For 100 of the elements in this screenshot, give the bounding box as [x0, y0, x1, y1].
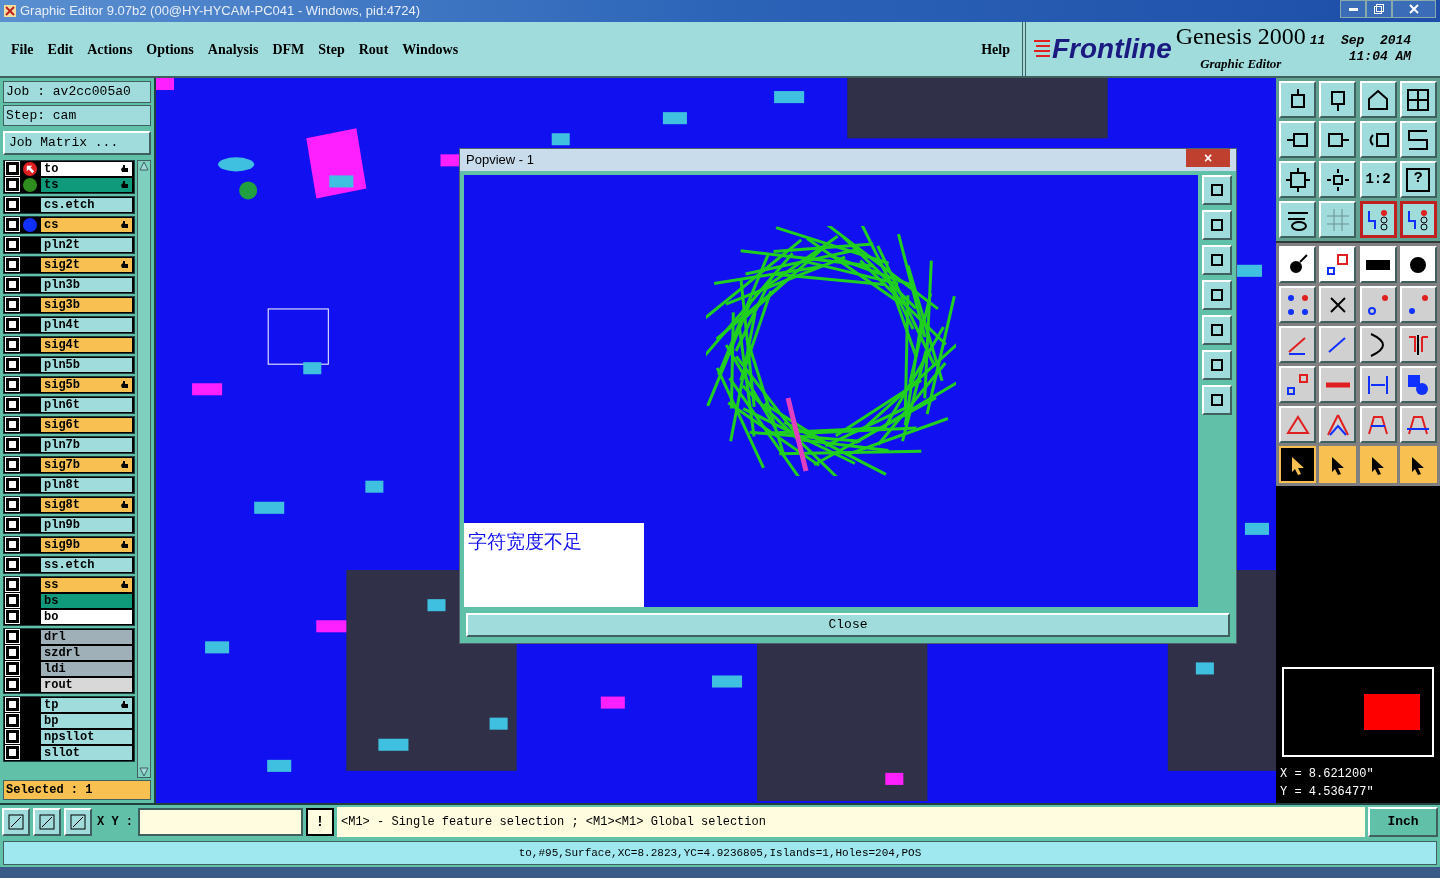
layer-name[interactable]: bo — [41, 609, 132, 624]
tool-button[interactable]: ? — [1399, 161, 1437, 198]
tool-button[interactable] — [1279, 201, 1316, 238]
tool-button[interactable] — [1319, 121, 1357, 158]
layer-checkbox[interactable] — [6, 198, 19, 211]
tool-button[interactable] — [1399, 366, 1437, 403]
layer-name[interactable]: ts — [41, 177, 132, 192]
popview-close-button[interactable]: × — [1186, 149, 1230, 167]
xy-input-field[interactable] — [138, 808, 303, 836]
menu-item[interactable]: Step — [312, 38, 351, 60]
layer-checkbox[interactable] — [6, 278, 19, 291]
tool-button[interactable] — [1279, 81, 1316, 118]
layer-checkbox[interactable] — [6, 378, 19, 391]
layer-tool-button[interactable] — [1359, 201, 1397, 238]
tool-button[interactable] — [1359, 286, 1397, 323]
layer-checkbox[interactable] — [6, 662, 19, 675]
tool-button[interactable] — [1359, 366, 1397, 403]
layer-name[interactable]: sig2t — [41, 257, 132, 272]
layer-checkbox[interactable] — [6, 498, 19, 511]
layer-name[interactable]: rout — [41, 677, 132, 692]
layer-checkbox[interactable] — [6, 162, 19, 175]
layer-name[interactable]: cs.etch — [41, 197, 132, 212]
layer-name[interactable]: sig4t — [41, 337, 132, 352]
layer-checkbox[interactable] — [6, 594, 19, 607]
layer-name[interactable]: bs — [41, 593, 132, 608]
help-menu[interactable]: Help — [973, 38, 1018, 60]
popview-tool-button[interactable] — [1202, 385, 1232, 415]
layer-checkbox[interactable] — [6, 358, 19, 371]
layer-name[interactable]: tp — [41, 697, 132, 712]
tool-button[interactable] — [1279, 246, 1316, 283]
close-button[interactable]: Close — [466, 613, 1230, 637]
layer-checkbox[interactable] — [6, 398, 19, 411]
tool-button[interactable] — [1359, 246, 1397, 283]
layer-name[interactable]: sig5b — [41, 377, 132, 392]
layer-name[interactable]: pln8t — [41, 477, 132, 492]
layer-name[interactable]: pln7b — [41, 437, 132, 452]
tool-button[interactable] — [1399, 406, 1437, 443]
layer-checkbox[interactable] — [6, 338, 19, 351]
layer-name[interactable]: ldi — [41, 661, 132, 676]
layer-checkbox[interactable] — [6, 646, 19, 659]
menu-item[interactable]: File — [5, 38, 40, 60]
layer-name[interactable]: pln3b — [41, 277, 132, 292]
layer-name[interactable]: sig6t — [41, 417, 132, 432]
layer-checkbox[interactable] — [6, 518, 19, 531]
tool-button[interactable]: 1:2 — [1359, 161, 1397, 198]
select-tool-button[interactable] — [1319, 446, 1357, 483]
layer-checkbox[interactable] — [6, 610, 19, 623]
menu-item[interactable]: DFM — [266, 38, 311, 60]
units-dropdown[interactable]: Inch — [1368, 807, 1438, 837]
layer-name[interactable]: pln4t — [41, 317, 132, 332]
layer-checkbox[interactable] — [6, 746, 19, 759]
menu-item[interactable]: Windows — [396, 38, 465, 60]
layer-name[interactable]: to — [41, 161, 132, 176]
tool-button[interactable] — [1359, 81, 1397, 118]
layer-checkbox[interactable] — [6, 418, 19, 431]
layer-checkbox[interactable] — [6, 218, 19, 231]
layer-checkbox[interactable] — [6, 178, 19, 191]
layer-tool-button[interactable] — [1399, 201, 1437, 238]
layer-checkbox[interactable] — [6, 630, 19, 643]
menu-item[interactable]: Analysis — [201, 38, 265, 60]
layer-checkbox[interactable] — [6, 678, 19, 691]
layer-name[interactable]: sig8t — [41, 497, 132, 512]
menu-item[interactable]: Edit — [41, 38, 80, 60]
layer-name[interactable]: drl — [41, 629, 132, 644]
layer-checkbox[interactable] — [6, 698, 19, 711]
tool-button[interactable] — [1319, 286, 1357, 323]
popview-tool-button[interactable] — [1202, 210, 1232, 240]
layer-name[interactable]: sig7b — [41, 457, 132, 472]
select-tool-button[interactable] — [1359, 446, 1397, 483]
tool-button[interactable] — [1359, 406, 1397, 443]
tool-button[interactable] — [1279, 161, 1316, 198]
layer-checkbox[interactable] — [6, 258, 19, 271]
snap-button[interactable] — [33, 808, 61, 836]
layer-name[interactable]: sig9b — [41, 537, 132, 552]
popview-tool-button[interactable] — [1202, 280, 1232, 310]
layer-name[interactable]: pln6t — [41, 397, 132, 412]
tool-button[interactable] — [1399, 326, 1437, 363]
layer-checkbox[interactable] — [6, 298, 19, 311]
tool-button[interactable] — [1319, 161, 1357, 198]
popview-tool-button[interactable] — [1202, 175, 1232, 205]
layer-name[interactable]: ss — [41, 577, 132, 592]
tool-button[interactable] — [1319, 406, 1357, 443]
layer-name[interactable]: ss.etch — [41, 557, 132, 572]
tool-button[interactable] — [1279, 326, 1316, 363]
tool-button[interactable] — [1279, 286, 1316, 323]
tool-button[interactable] — [1319, 201, 1357, 238]
menu-item[interactable]: Options — [140, 38, 200, 60]
layer-checkbox[interactable] — [6, 238, 19, 251]
popview-tool-button[interactable] — [1202, 315, 1232, 345]
layer-checkbox[interactable] — [6, 730, 19, 743]
menu-item[interactable]: Actions — [81, 38, 139, 60]
layer-checkbox[interactable] — [6, 578, 19, 591]
select-tool-button[interactable] — [1399, 446, 1437, 483]
layer-checkbox[interactable] — [6, 438, 19, 451]
scrollbar[interactable] — [137, 159, 151, 778]
tool-button[interactable] — [1359, 326, 1397, 363]
tool-button[interactable] — [1399, 246, 1437, 283]
tool-button[interactable] — [1279, 366, 1316, 403]
layer-name[interactable]: pln2t — [41, 237, 132, 252]
layer-name[interactable]: cs — [41, 217, 132, 232]
